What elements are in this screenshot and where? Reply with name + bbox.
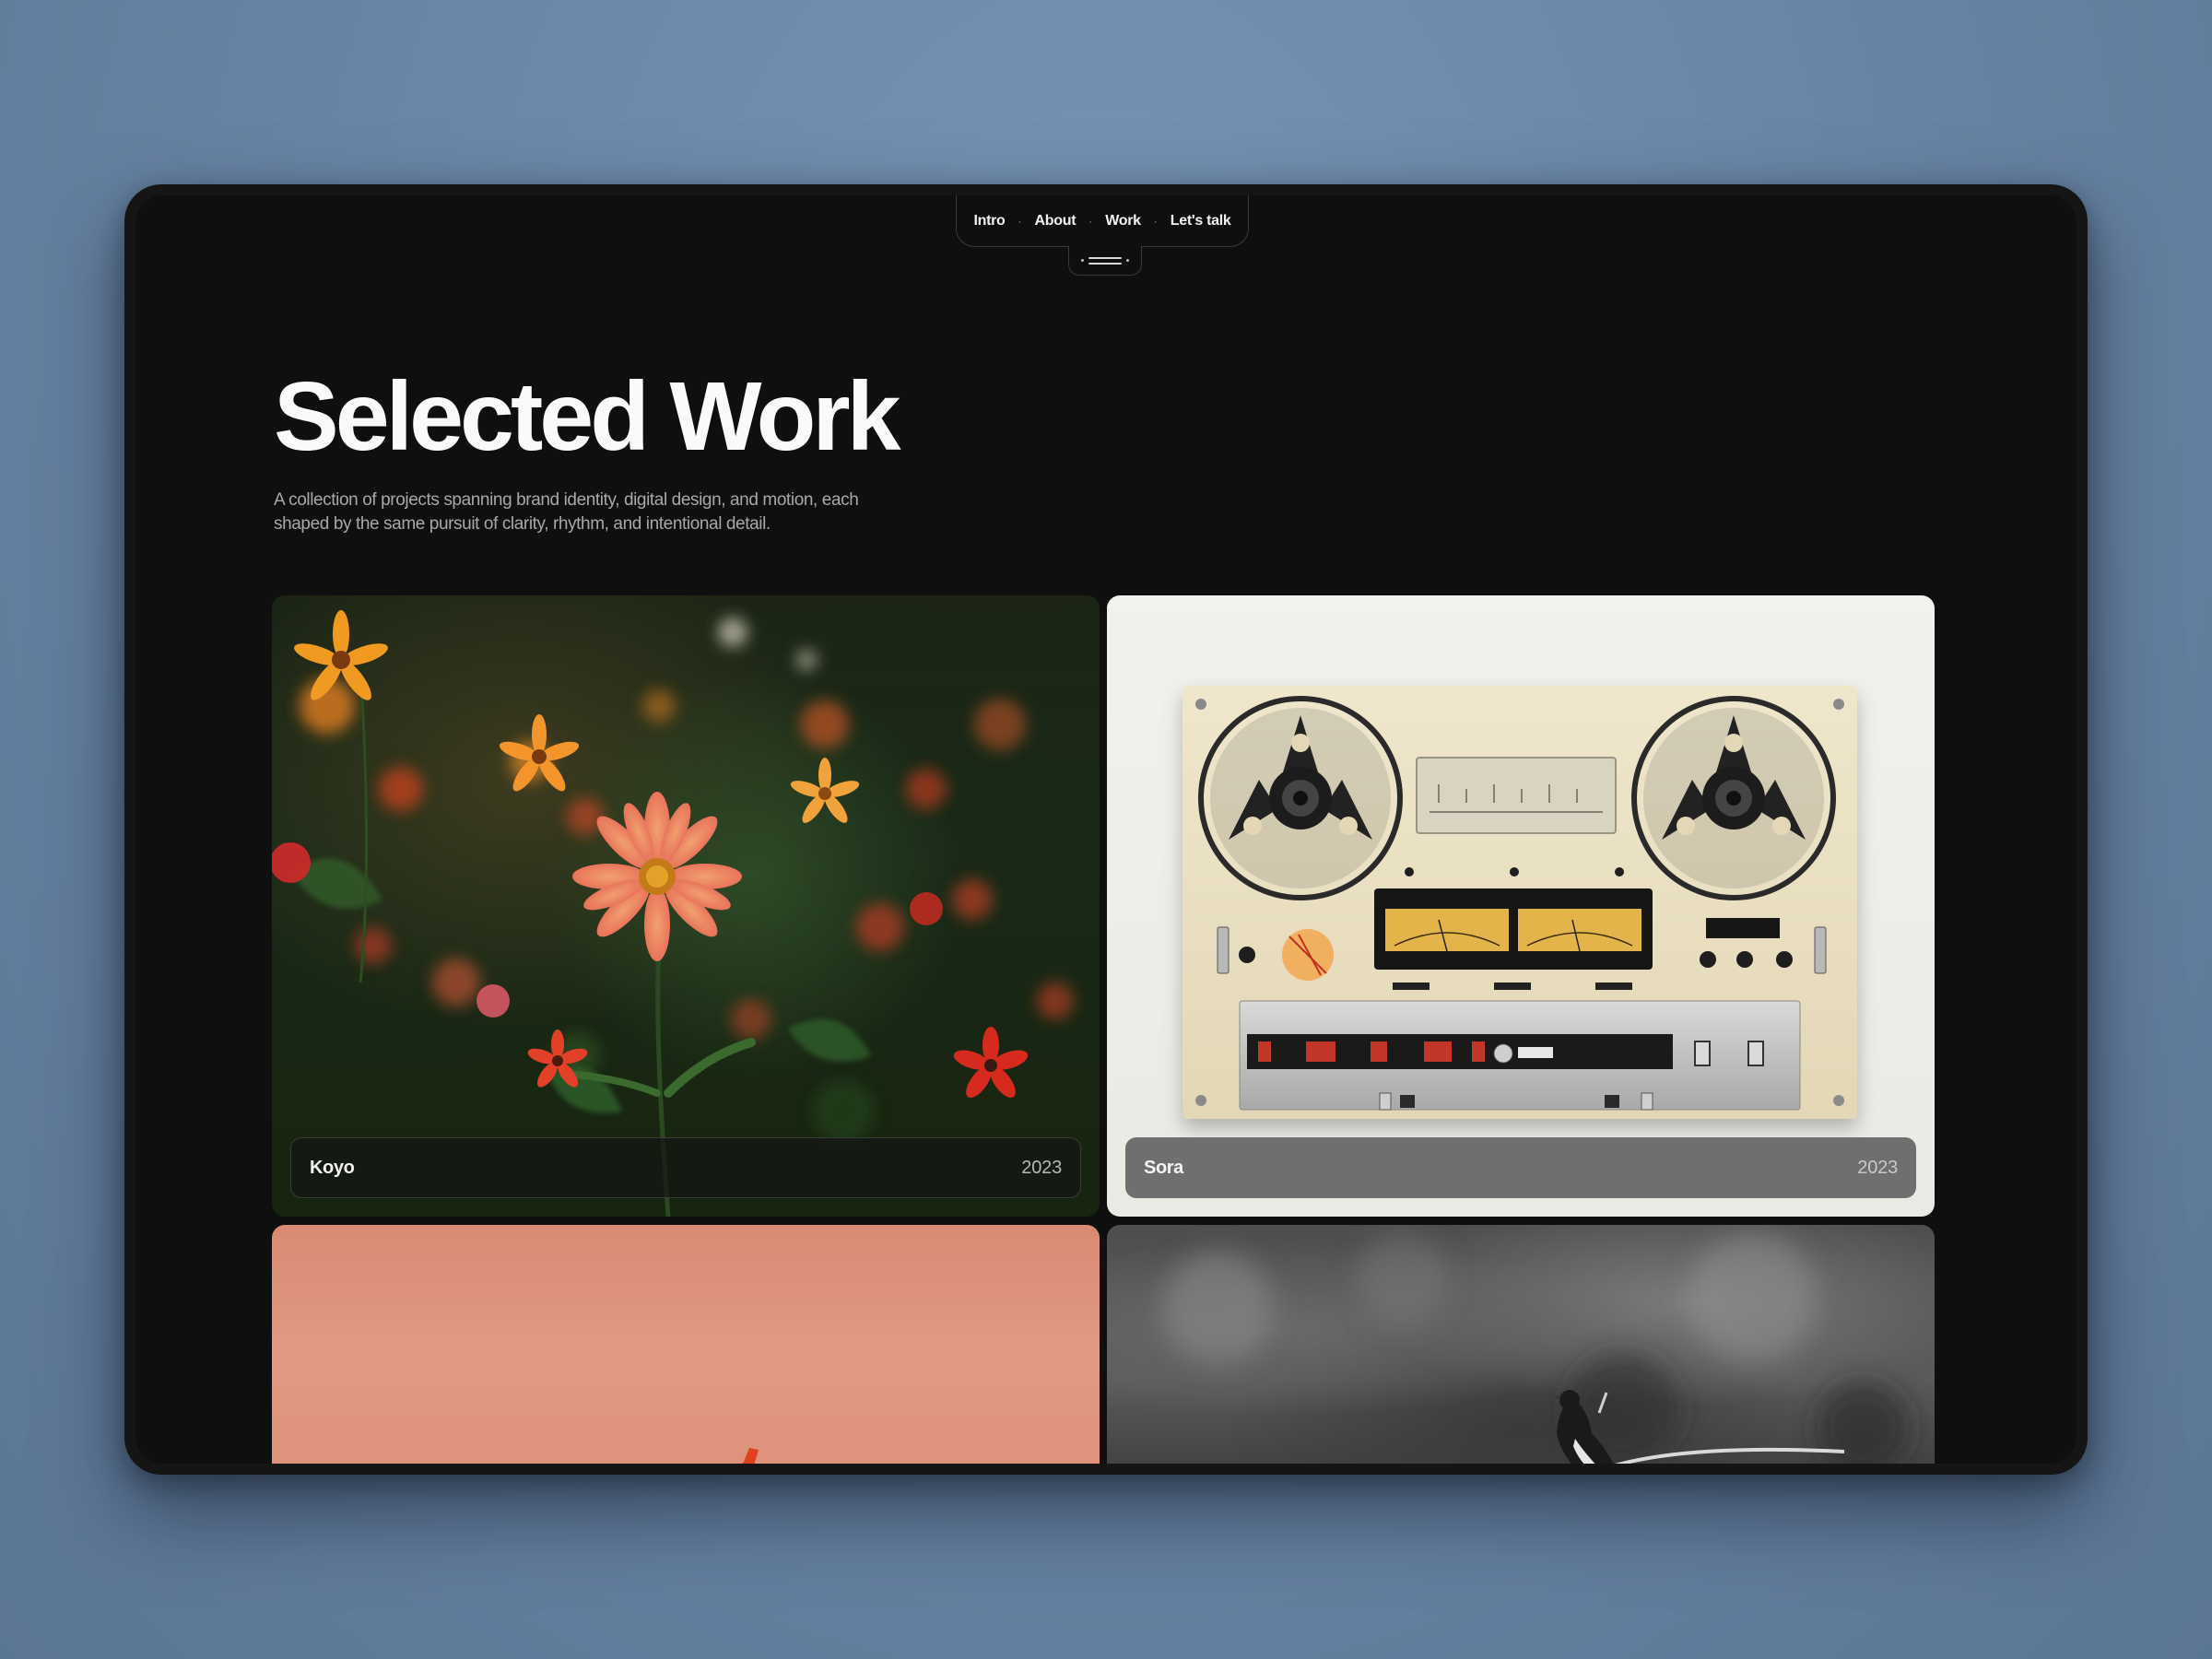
page-subtitle: A collection of projects spanning brand … xyxy=(274,490,859,534)
nav-item-lets-talk[interactable]: Let's talk xyxy=(1171,213,1231,229)
device-frame: Intro · About · Work · Let's talk Select… xyxy=(124,184,2088,1475)
reel-to-reel-tape-deck-image xyxy=(1182,686,1857,1119)
nav-separator: · xyxy=(1153,214,1158,228)
top-navigation: Intro · About · Work · Let's talk xyxy=(956,195,1249,247)
project-caption: Sora 2023 xyxy=(1125,1137,1916,1198)
menu-lines-icon xyxy=(1088,256,1122,265)
project-card-coral[interactable] xyxy=(272,1225,1100,1464)
menu-dot-left xyxy=(1081,259,1084,262)
nav-item-about[interactable]: About xyxy=(1035,213,1077,229)
nav-item-intro[interactable]: Intro xyxy=(973,213,1005,229)
project-name: Sora xyxy=(1144,1157,1183,1178)
project-name: Koyo xyxy=(310,1157,355,1178)
coral-still-life-image xyxy=(742,1448,759,1464)
nav-item-work[interactable]: Work xyxy=(1105,213,1141,229)
nav-separator: · xyxy=(1088,214,1093,228)
bird-on-branch-image xyxy=(1162,1234,1909,1464)
nav-separator: · xyxy=(1018,214,1022,228)
project-card-koyo[interactable]: Koyo 2023 xyxy=(272,595,1100,1217)
project-card-sora[interactable]: Sora 2023 xyxy=(1107,595,1935,1217)
page-title: Selected Work xyxy=(274,362,901,471)
menu-dot-right xyxy=(1126,259,1129,262)
menu-handle-button[interactable] xyxy=(1068,246,1142,276)
project-year: 2023 xyxy=(1857,1157,1898,1178)
project-year: 2023 xyxy=(1021,1157,1062,1178)
project-caption: Koyo 2023 xyxy=(290,1137,1081,1198)
flower-field-image xyxy=(272,610,1074,1217)
browser-viewport: Intro · About · Work · Let's talk Select… xyxy=(135,195,2077,1464)
project-card-bird[interactable] xyxy=(1107,1225,1935,1464)
